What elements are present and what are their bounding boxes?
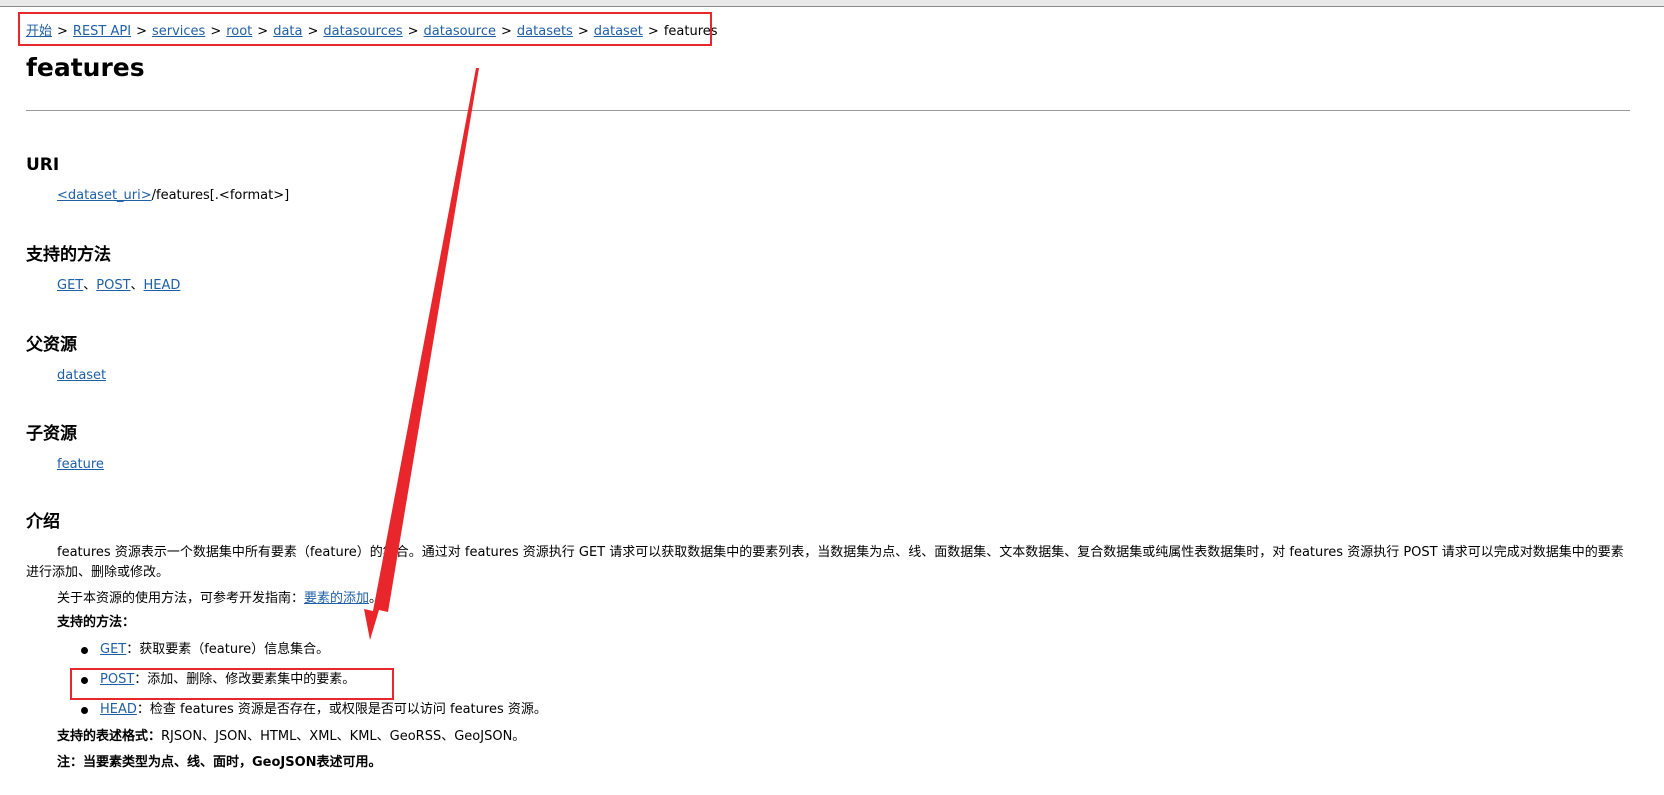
intro-methods-label: 支持的方法： [57,615,136,630]
dataset-uri-link[interactable]: <dataset_uri> [57,188,152,203]
intro-method-desc: ：获取要素（feature）信息集合。 [126,642,330,657]
method-link-head[interactable]: HEAD [144,278,181,293]
post-method-highlight-box [70,668,394,700]
dev-guide-prefix: 关于本资源的使用方法，可参考开发指南： [57,591,305,606]
intro-method-link-head[interactable]: HEAD [100,702,137,717]
formats-label: 支持的表述格式： [57,729,162,744]
intro-method-desc: ：检查 features 资源是否存在，或权限是否可以访问 features 资… [136,702,547,717]
geojson-note: 注：当要素类型为点、线、面时，GeoJSON表述可用。 [57,755,382,770]
child-resource-heading: 子资源 [26,424,77,444]
formats-line: 支持的表述格式：RJSON、JSON、HTML、XML、KML、GeoRSS、G… [57,727,525,747]
bullet-icon [81,707,88,714]
child-resource-body: feature [57,455,104,475]
intro-paragraph: features 资源表示一个数据集中所有要素（feature）的集合。通过对 … [26,545,1624,580]
parent-resource-heading: 父资源 [26,335,77,355]
method-separator: 、 [130,278,144,293]
method-separator: 、 [83,278,97,293]
uri-body: <dataset_uri>/features[.<format>] [57,186,289,206]
bullet-icon [81,647,88,654]
uri-suffix: /features[.<format>] [151,188,290,203]
list-item: GET：获取要素（feature）信息集合。 [57,640,547,670]
supported-methods-heading: 支持的方法 [26,245,111,265]
list-item: HEAD：检查 features 资源是否存在，或权限是否可以访问 featur… [57,700,547,730]
child-link-feature[interactable]: feature [57,457,104,472]
breadcrumb-highlight-box [18,12,712,46]
page-title: features [26,53,145,82]
dev-guide-suffix: 。 [369,591,383,606]
method-link-get[interactable]: GET [57,278,83,293]
page-content: 开始 > REST API > services > root > data > datasourc… [0,0,1664,795]
formats-value: RJSON、JSON、HTML、XML、KML、GeoRSS、GeoJSON。 [161,729,526,744]
uri-heading: URI [26,155,60,175]
supported-methods-body: GET、POST、HEAD [57,276,180,296]
dev-guide-line: 关于本资源的使用方法，可参考开发指南：要素的添加。 [57,589,382,609]
parent-link-dataset[interactable]: dataset [57,368,106,383]
intro-method-link-get[interactable]: GET [100,642,126,657]
method-link-post[interactable]: POST [96,278,130,293]
intro-heading: 介绍 [26,512,60,532]
dev-guide-link[interactable]: 要素的添加 [304,591,369,606]
title-divider [26,110,1630,111]
parent-resource-body: dataset [57,366,106,386]
